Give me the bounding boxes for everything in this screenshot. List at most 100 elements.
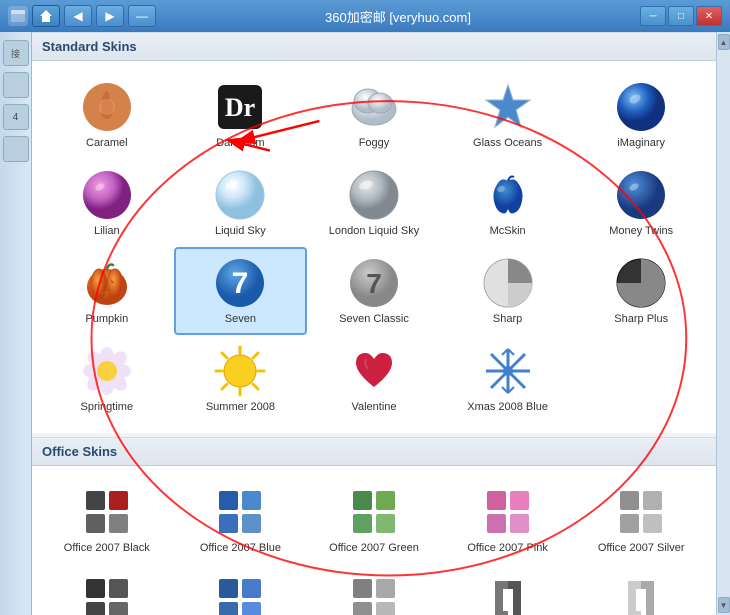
skin-office-2007-silver[interactable]: Office 2007 Silver: [574, 476, 708, 564]
sidebar: 接 4: [0, 32, 32, 615]
seven-icon: 7: [214, 257, 266, 309]
london-liquid-sky-label: London Liquid Sky: [329, 225, 420, 237]
office-2007-blue-label: Office 2007 Blue: [200, 542, 281, 554]
office-2007-green-label: Office 2007 Green: [329, 542, 419, 554]
forward-button[interactable]: ▶: [96, 5, 124, 27]
app-icon: [8, 6, 28, 26]
summer-2008-icon: [214, 345, 266, 397]
lilian-icon: [81, 169, 133, 221]
office-2010-black-icon: [81, 574, 133, 615]
seven-label: Seven: [225, 313, 256, 325]
skin-seven-classic[interactable]: 7 Seven Classic: [307, 247, 441, 335]
skin-xmas-2008-blue[interactable]: Xmas 2008 Blue: [441, 335, 575, 423]
office-2013-dark-gray-icon: [482, 574, 534, 615]
skin-darkroom[interactable]: Dr Darkroom: [174, 71, 308, 159]
skin-office-2010-black[interactable]: Office 2010 Black: [40, 564, 174, 615]
seven-classic-icon: 7: [348, 257, 400, 309]
money-twins-icon: [615, 169, 667, 221]
skin-glass-oceans[interactable]: Glass Oceans: [441, 71, 575, 159]
skin-office-2010-blue[interactable]: Office 2010 Blue: [174, 564, 308, 615]
foggy-label: Foggy: [359, 137, 390, 149]
main-layout: 接 4 Standard Skins Caramel: [0, 32, 730, 615]
office-2007-pink-label: Office 2007 Pink: [467, 542, 548, 554]
skin-pumpkin[interactable]: Pumpkin: [40, 247, 174, 335]
xmas-2008-blue-label: Xmas 2008 Blue: [467, 401, 548, 413]
darkroom-label: Darkroom: [216, 137, 264, 149]
skin-office-2007-green[interactable]: Office 2007 Green: [307, 476, 441, 564]
svg-text:7: 7: [232, 267, 249, 300]
standard-skins-grid: Caramel Dr Darkroom: [32, 61, 716, 433]
office-2010-blue-icon: [214, 574, 266, 615]
valentine-icon: [348, 345, 400, 397]
skin-office-2013-dark-gray[interactable]: Office 2013 Dark Gray: [441, 564, 575, 615]
imaginary-label: iMaginary: [617, 137, 665, 149]
svg-text:7: 7: [366, 268, 382, 299]
close-button[interactable]: ✕: [696, 6, 722, 26]
window-controls: ─ □ ✕: [640, 6, 722, 26]
office-2007-pink-icon: [482, 486, 534, 538]
liquid-sky-label: Liquid Sky: [215, 225, 266, 237]
springtime-icon: [81, 345, 133, 397]
mcskin-label: McSkin: [490, 225, 526, 237]
caramel-icon: [81, 81, 133, 133]
window-title: 360加密邮 [veryhuo.com]: [160, 7, 636, 26]
office-skins-grid: Office 2007 Black Office 2007 Blue: [32, 466, 716, 615]
office-2007-black-icon: [81, 486, 133, 538]
caramel-label: Caramel: [86, 137, 128, 149]
content-area[interactable]: Standard Skins Caramel: [32, 32, 716, 615]
skin-office-2010-silver[interactable]: Office 2010 Silver: [307, 564, 441, 615]
sharp-plus-icon: [615, 257, 667, 309]
sidebar-item-1[interactable]: 接: [3, 40, 29, 66]
xmas-2008-blue-icon: [482, 345, 534, 397]
skin-liquid-sky[interactable]: Liquid Sky: [174, 159, 308, 247]
sidebar-item-4[interactable]: [3, 136, 29, 162]
sidebar-item-3[interactable]: 4: [3, 104, 29, 130]
minimize-button[interactable]: ─: [640, 6, 666, 26]
office-skins-header: Office Skins: [32, 437, 716, 466]
imaginary-icon: [615, 81, 667, 133]
sidebar-item-2[interactable]: [3, 72, 29, 98]
office-skins-label: Office Skins: [42, 444, 117, 459]
skin-summer-2008[interactable]: Summer 2008: [174, 335, 308, 423]
darkroom-icon: Dr: [214, 81, 266, 133]
skin-sharp-plus[interactable]: Sharp Plus: [574, 247, 708, 335]
skin-mcskin[interactable]: McSkin: [441, 159, 575, 247]
svg-text:Dr: Dr: [225, 93, 255, 122]
pumpkin-label: Pumpkin: [85, 313, 128, 325]
skin-office-2007-blue[interactable]: Office 2007 Blue: [174, 476, 308, 564]
skin-money-twins[interactable]: Money Twins: [574, 159, 708, 247]
back-button[interactable]: ◀: [64, 5, 92, 27]
sharp-plus-label: Sharp Plus: [614, 313, 668, 325]
home-button[interactable]: [32, 5, 60, 27]
office-2007-green-icon: [348, 486, 400, 538]
sharp-label: Sharp: [493, 313, 522, 325]
standard-skins-header: Standard Skins: [32, 32, 716, 61]
extra-button[interactable]: —: [128, 5, 156, 27]
office-2013-light-gray-icon: [615, 574, 667, 615]
sharp-icon: [482, 257, 534, 309]
springtime-label: Springtime: [81, 401, 134, 413]
skin-lilian[interactable]: Lilian: [40, 159, 174, 247]
skin-london-liquid-sky[interactable]: London Liquid Sky: [307, 159, 441, 247]
scroll-up-button[interactable]: ▲: [718, 34, 730, 50]
scrollbar[interactable]: ▲ ▼: [716, 32, 730, 615]
skin-sharp[interactable]: Sharp: [441, 247, 575, 335]
skin-imaginary[interactable]: iMaginary: [574, 71, 708, 159]
seven-classic-label: Seven Classic: [339, 313, 409, 325]
skin-office-2007-pink[interactable]: Office 2007 Pink: [441, 476, 575, 564]
office-2007-black-label: Office 2007 Black: [64, 542, 150, 554]
mcskin-icon: [482, 169, 534, 221]
maximize-button[interactable]: □: [668, 6, 694, 26]
skin-springtime[interactable]: Springtime: [40, 335, 174, 423]
skin-caramel[interactable]: Caramel: [40, 71, 174, 159]
office-2007-blue-icon: [214, 486, 266, 538]
office-2007-silver-label: Office 2007 Silver: [598, 542, 685, 554]
skin-office-2007-black[interactable]: Office 2007 Black: [40, 476, 174, 564]
skin-valentine[interactable]: Valentine: [307, 335, 441, 423]
skin-seven[interactable]: 7 Seven: [174, 247, 308, 335]
scroll-down-button[interactable]: ▼: [718, 597, 730, 613]
skin-foggy[interactable]: Foggy: [307, 71, 441, 159]
skin-office-2013-light-gray[interactable]: Office 2013 Light Gray: [574, 564, 708, 615]
glass-oceans-icon: [482, 81, 534, 133]
pumpkin-icon: [81, 257, 133, 309]
